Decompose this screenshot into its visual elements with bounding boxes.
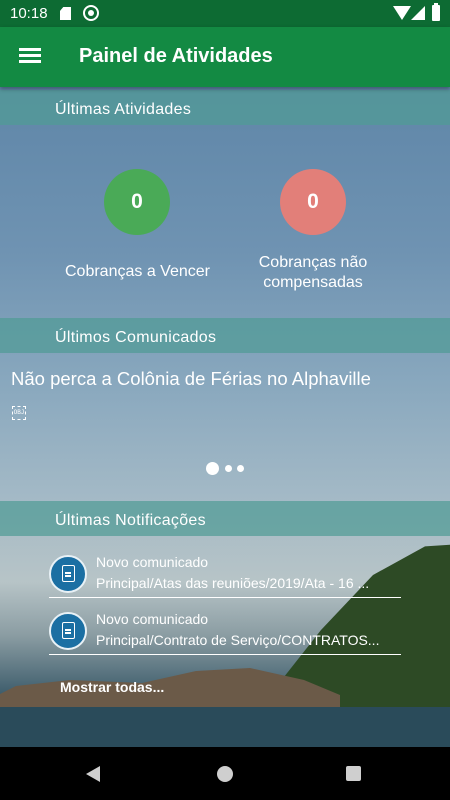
pager-dot-active[interactable]	[206, 462, 219, 475]
broken-image-icon: OBJ	[12, 406, 26, 420]
status-time: 10:18	[10, 5, 48, 22]
status-bar: 10:18	[0, 0, 450, 27]
battery-icon	[432, 3, 440, 21]
communique-title[interactable]: Não perca a Colônia de Férias no Alphavi…	[11, 368, 371, 390]
home-icon[interactable]	[217, 766, 233, 782]
section-header-notifications: Últimas Notificações	[0, 501, 450, 536]
section-header-communiques: Últimos Comunicados	[0, 318, 450, 353]
document-icon	[49, 555, 87, 593]
document-icon	[49, 612, 87, 650]
page-title: Painel de Atividades	[79, 45, 273, 67]
counter-uncleared-charges-label: Cobranças não compensadas	[258, 254, 368, 291]
notification-path: Principal/Contrato de Serviço/CONTRATOS.…	[96, 632, 380, 648]
carousel-pager	[206, 461, 256, 475]
counter-due-charges-label: Cobranças a Vencer	[65, 263, 210, 280]
sync-icon	[83, 5, 99, 21]
notification-item[interactable]: Novo comunicado Principal/Contrato de Se…	[49, 610, 401, 655]
counter-due-charges[interactable]: 0	[104, 169, 170, 235]
pager-dot[interactable]	[237, 465, 244, 472]
cell-signal-icon	[411, 6, 425, 20]
notification-title: Novo comunicado	[96, 554, 209, 570]
menu-icon[interactable]	[19, 46, 41, 64]
show-all-link[interactable]: Mostrar todas...	[60, 679, 164, 695]
sea-shape	[0, 707, 450, 747]
back-icon[interactable]	[86, 766, 100, 782]
counter-uncleared-charges[interactable]: 0	[280, 169, 346, 235]
sd-card-icon	[60, 7, 71, 20]
notification-title: Novo comunicado	[96, 611, 209, 627]
notification-item[interactable]: Novo comunicado Principal/Atas das reuni…	[49, 553, 401, 598]
section-header-activities: Últimas Atividades	[0, 90, 450, 125]
wifi-icon	[393, 6, 411, 20]
pager-dot[interactable]	[225, 465, 232, 472]
notification-path: Principal/Atas das reuniões/2019/Ata - 1…	[96, 575, 370, 591]
system-nav-bar	[0, 747, 450, 800]
recent-apps-icon[interactable]	[346, 766, 361, 781]
app-bar: Painel de Atividades	[0, 27, 450, 87]
